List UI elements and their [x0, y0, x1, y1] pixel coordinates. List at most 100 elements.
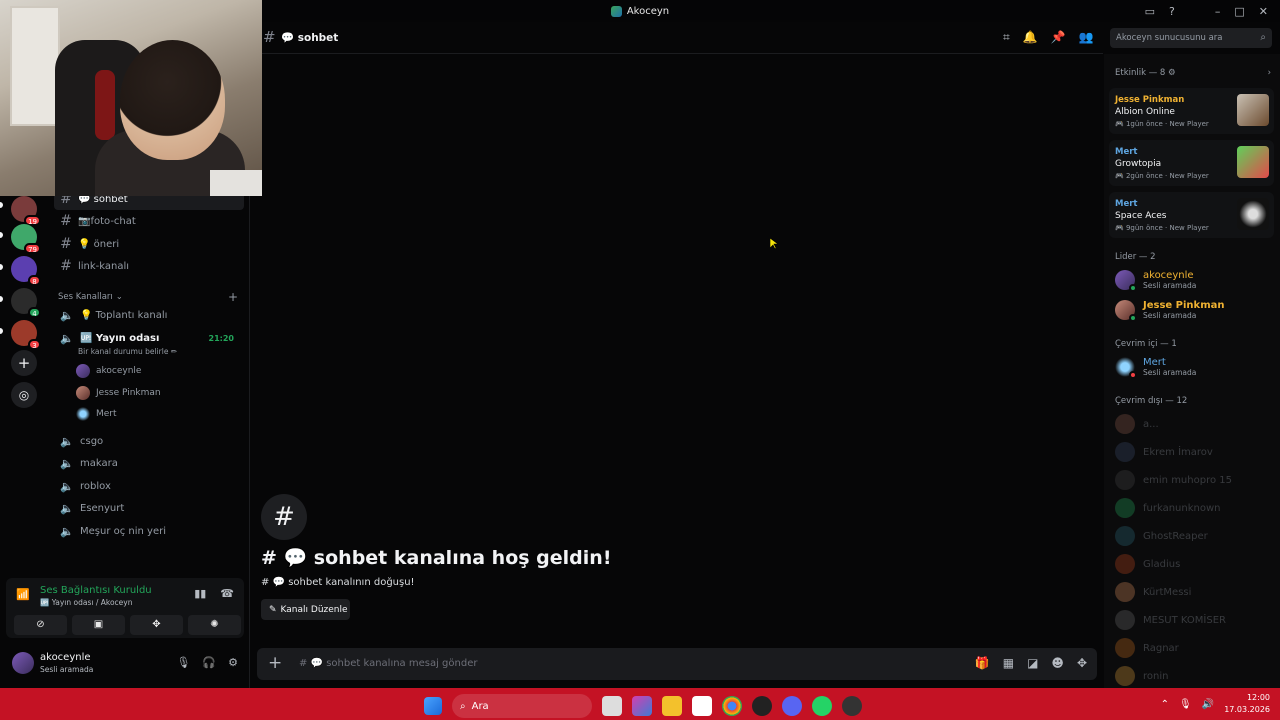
channel-link-kanali[interactable]: # link-kanalı	[54, 255, 244, 277]
hash-icon: #	[60, 236, 72, 252]
member-item[interactable]: GhostReaper	[1115, 526, 1208, 546]
server-icon[interactable]: 79	[11, 224, 41, 254]
disconnect-icon[interactable]: ☎	[220, 587, 234, 600]
noise-suppression-icon[interactable]: ▮▮	[194, 587, 206, 600]
member-item[interactable]: Ekrem İmarov	[1115, 442, 1213, 462]
voice-connected-subtitle[interactable]: 🆙 Yayın odası / Akoceyn	[40, 598, 132, 607]
emoji-icon[interactable]: ☻	[1051, 656, 1064, 670]
server-icon[interactable]: 8	[11, 256, 41, 286]
member-item[interactable]: ronin	[1115, 666, 1168, 686]
voice-channel-csgo[interactable]: 🔈 csgo	[54, 430, 244, 452]
speaker-icon: 🔈	[60, 479, 74, 493]
obs-icon[interactable]	[842, 696, 862, 716]
chrome-icon[interactable]	[722, 696, 742, 716]
voice-category[interactable]: Ses Kanalları ⌄ +	[58, 290, 238, 304]
microphone-icon[interactable]: 🎙	[176, 656, 190, 669]
members-icon[interactable]: 👥	[1079, 30, 1094, 45]
voice-channel-makara[interactable]: 🔈 makara	[54, 452, 244, 474]
discord-icon[interactable]	[782, 696, 802, 716]
member-item[interactable]: KürtMessi	[1115, 582, 1191, 602]
voice-channel-roblox[interactable]: 🔈 roblox	[54, 475, 244, 497]
user-name[interactable]: akoceynle	[40, 652, 91, 663]
message-input[interactable]: # 💬 sohbet kanalına mesaj gönder	[299, 658, 477, 669]
speaker-icon: 🔈	[60, 456, 74, 470]
member-item[interactable]: Gladius	[1115, 554, 1180, 574]
pin-icon[interactable]: 📌	[1051, 30, 1066, 45]
member-item[interactable]: Ragnar	[1115, 638, 1179, 658]
chevron-up-icon[interactable]: ⌃	[1161, 699, 1169, 710]
speaker-icon: 🔈	[60, 331, 74, 345]
member-item[interactable]: emin muhopro 15	[1115, 470, 1232, 490]
channel-foto-chat[interactable]: # 📷foto-chat	[54, 210, 244, 232]
gif-icon[interactable]: ▦	[1003, 656, 1014, 670]
taskbar-search[interactable]: ⌕ Ara	[452, 694, 592, 718]
add-channel-icon[interactable]: +	[228, 290, 238, 304]
search-input[interactable]: Akoceyn sunucusunu ara ⌕	[1110, 28, 1272, 48]
member-item[interactable]: MESUT KOMİSER	[1115, 610, 1226, 630]
voice-channel-yayin-odasi[interactable]: 🔈 🆙 Yayın odası 21:20	[54, 327, 244, 349]
maximize-button[interactable]: □	[1234, 5, 1244, 18]
hash-icon: #	[263, 28, 276, 46]
member-item[interactable]: Jesse Pinkman Sesli aramada	[1115, 300, 1224, 322]
gear-icon[interactable]: ⚙	[228, 656, 238, 669]
help-icon[interactable]: ?	[1169, 5, 1175, 18]
soundboard-button[interactable]: ✺	[188, 615, 241, 635]
camera-off-button[interactable]: ⊘	[14, 615, 67, 635]
member-item[interactable]: a...	[1115, 414, 1159, 434]
voice-channel-mesur[interactable]: 🔈 Meşur oç nin yeri	[54, 520, 244, 542]
app-icon[interactable]	[632, 696, 652, 716]
voice-connection-panel: 📶 Ses Bağlantısı Kuruldu 🆙 Yayın odası /…	[6, 578, 244, 638]
activity-card[interactable]: Jesse Pinkman Albion Online 🎮 1gün önce …	[1109, 88, 1274, 134]
inbox-icon[interactable]: ▭	[1145, 5, 1155, 18]
message-composer[interactable]: + # 💬 sohbet kanalına mesaj gönder 🎁 ▦ ◪…	[257, 648, 1097, 680]
chevron-right-icon[interactable]: ›	[1268, 68, 1271, 78]
headphones-icon[interactable]: 🎧	[202, 656, 216, 669]
avatar	[1115, 498, 1135, 518]
avatar	[1115, 526, 1135, 546]
voice-user[interactable]: Mert	[76, 407, 117, 421]
voice-status[interactable]: Bir kanal durumu belirle ✏	[78, 347, 177, 356]
activities-button[interactable]: ✥	[130, 615, 183, 635]
bell-icon[interactable]: 🔔	[1023, 30, 1038, 45]
server-icon[interactable]: 3	[11, 320, 41, 350]
apps-icon[interactable]: ✥	[1077, 656, 1087, 670]
screen-share-button[interactable]: ▣	[72, 615, 125, 635]
edit-channel-button[interactable]: ✎ Kanalı Düzenle	[261, 599, 350, 620]
voice-channel-esenyurt[interactable]: 🔈 Esenyurt	[54, 497, 244, 519]
speaker-icon: 🔈	[60, 524, 74, 538]
activity-card[interactable]: Mert Growtopia 🎮 2gün önce · New Player	[1109, 140, 1274, 186]
mic-tray-icon[interactable]: 🎙	[1179, 699, 1192, 710]
volume-icon[interactable]: 🔊	[1202, 699, 1214, 710]
channel-welcome-icon: #	[261, 494, 307, 540]
server-icon[interactable]: 4	[11, 288, 41, 318]
activity-card[interactable]: Mert Space Aces 🎮 9gün önce · New Player	[1109, 192, 1274, 238]
voice-user[interactable]: Jesse Pinkman	[76, 386, 161, 400]
member-item[interactable]: furkanunknown	[1115, 498, 1221, 518]
close-button[interactable]: ✕	[1259, 5, 1268, 18]
gift-icon[interactable]: 🎁	[975, 656, 990, 670]
game-thumbnail	[1237, 94, 1269, 126]
task-view-icon[interactable]	[602, 696, 622, 716]
voice-channel-toplanti[interactable]: 🔈 💡 Toplantı kanalı	[54, 304, 244, 326]
server-icon[interactable]: 19	[11, 196, 41, 226]
start-icon[interactable]	[424, 697, 442, 715]
member-item[interactable]: akoceynle Sesli aramada	[1115, 270, 1196, 292]
voice-connected-title[interactable]: Ses Bağlantısı Kuruldu	[40, 585, 152, 596]
minimize-button[interactable]: –	[1215, 5, 1221, 18]
threads-icon[interactable]: ⌗	[1003, 30, 1010, 45]
discover-icon[interactable]: ◎	[11, 382, 37, 408]
voice-user[interactable]: akoceynle	[76, 364, 141, 378]
channel-oneri[interactable]: # 💡 öneri	[54, 233, 244, 255]
avatar[interactable]	[12, 652, 34, 674]
add-attachment-icon[interactable]: +	[268, 653, 282, 673]
steam-icon[interactable]	[752, 696, 772, 716]
server-logo-icon	[610, 5, 622, 17]
member-item[interactable]: Mert Sesli aramada	[1115, 357, 1196, 379]
file-explorer-icon[interactable]	[662, 696, 682, 716]
whatsapp-icon[interactable]	[812, 696, 832, 716]
store-icon[interactable]	[692, 696, 712, 716]
sticker-icon[interactable]: ◪	[1027, 656, 1038, 670]
signal-icon[interactable]: 📶	[16, 588, 30, 602]
clock[interactable]: 12:00 17.03.2026	[1224, 692, 1270, 716]
add-server-icon[interactable]: +	[11, 350, 37, 376]
